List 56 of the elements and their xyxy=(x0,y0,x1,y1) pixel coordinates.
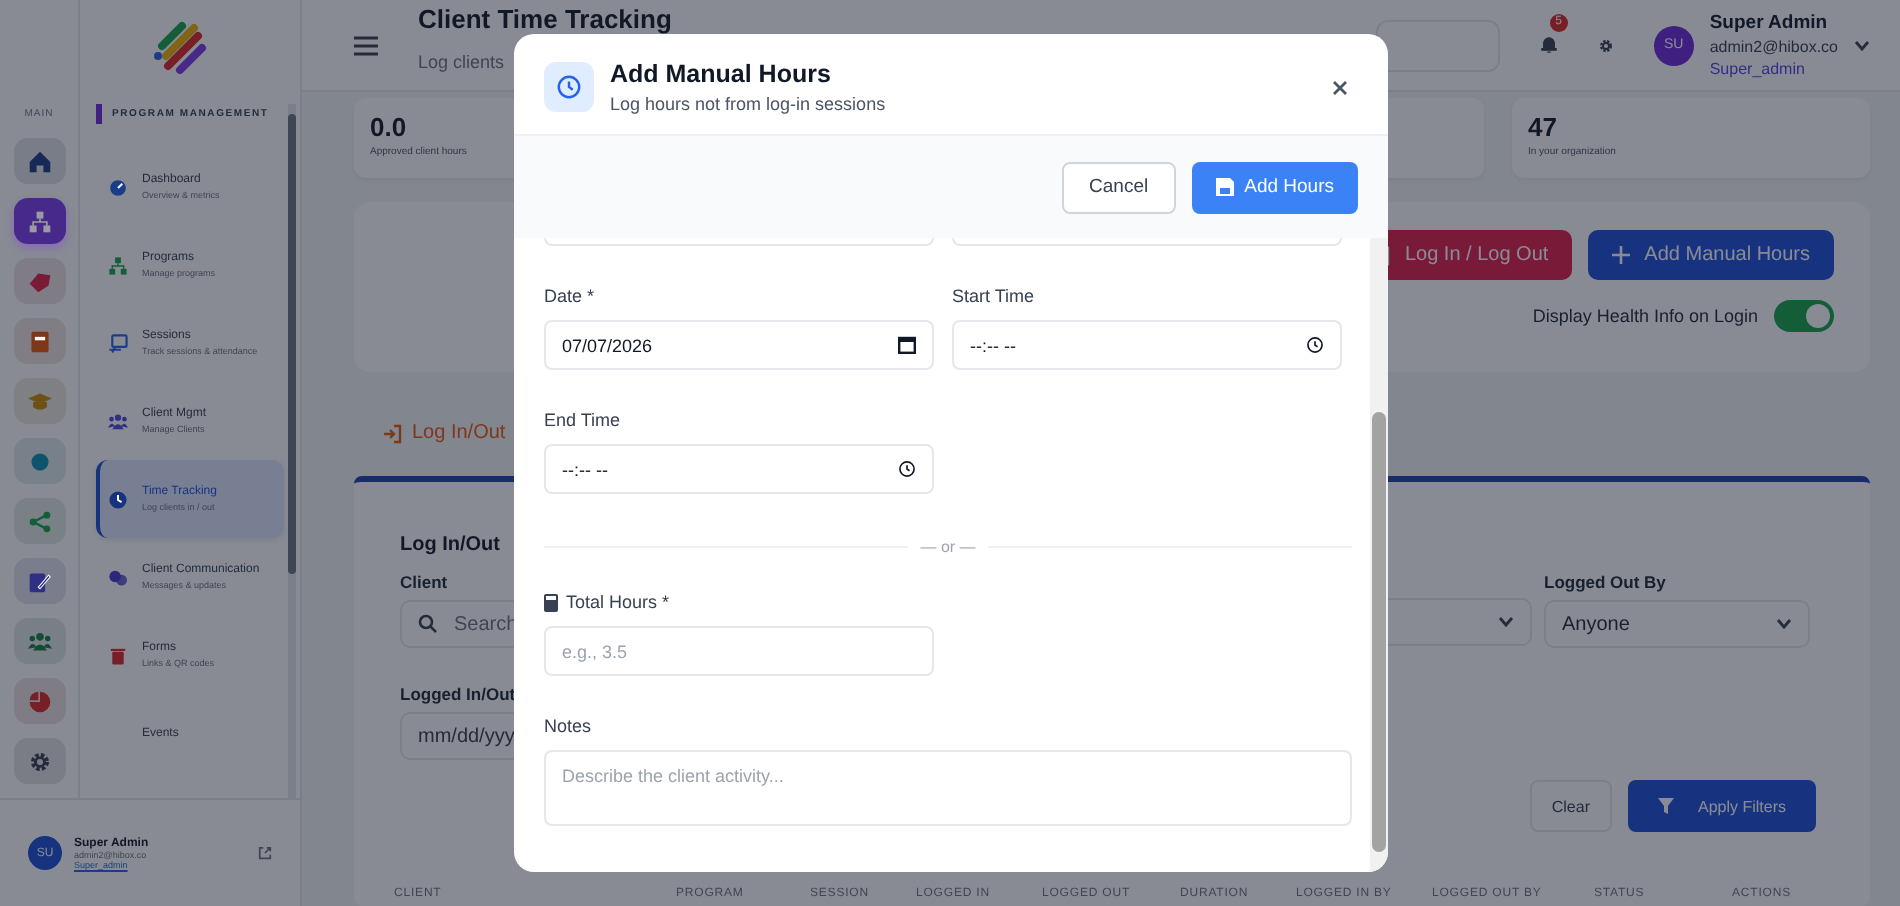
scrollbar[interactable] xyxy=(288,104,296,798)
field-label: Start Time xyxy=(952,286,1037,306)
page-subtitle: Log clients xyxy=(418,52,505,72)
stat-value: 47 xyxy=(1528,112,1559,142)
date-field[interactable]: 07/07/2026 xyxy=(544,320,934,370)
clock-icon xyxy=(898,460,916,478)
logo-icon xyxy=(150,18,210,78)
sitemap-icon xyxy=(27,209,51,233)
filter-icon xyxy=(1657,798,1674,814)
time-field[interactable]: --:-- -- xyxy=(544,444,934,494)
tab[interactable]: Log In/Out xyxy=(382,422,506,444)
apply-filters-button[interactable]: Apply Filters xyxy=(1627,780,1816,832)
field-label: Date * xyxy=(544,286,597,306)
chevron-down-icon xyxy=(1776,618,1792,630)
add-hours-button[interactable]: Add Manual Hours xyxy=(1588,230,1834,280)
bell-icon[interactable] xyxy=(1539,33,1558,53)
rail-button[interactable] xyxy=(13,198,65,244)
settings-icon[interactable] xyxy=(1597,37,1614,53)
field-label: End Time xyxy=(544,410,623,430)
input-field[interactable]: e.g., 3.5 xyxy=(544,626,934,676)
select-field[interactable]: Anyone xyxy=(1544,600,1810,648)
clear-button[interactable]: Clear xyxy=(1529,780,1612,832)
field-label: Total Hours * xyxy=(544,592,934,612)
toggle-label: Display Health Info on Login xyxy=(1532,306,1758,326)
calculator-icon xyxy=(544,593,558,611)
external-link-icon[interactable] xyxy=(258,846,272,860)
filter-title: Log In/Out xyxy=(400,534,500,556)
plus-icon xyxy=(1612,246,1631,264)
cancel-button[interactable]: Cancel xyxy=(1061,161,1177,213)
chevron-down-icon xyxy=(1854,39,1870,51)
field-label: Logged Out By xyxy=(1544,572,1666,592)
login-icon xyxy=(382,423,402,443)
clock-icon xyxy=(1306,336,1324,354)
field-label: Logged In/Out xyxy=(400,684,516,704)
calendar-icon xyxy=(898,336,916,354)
dialog-subtitle: Log hours not from log-in sessions xyxy=(610,93,886,113)
user-role-link[interactable]: Super_admin xyxy=(1709,60,1838,78)
search-icon xyxy=(418,614,438,634)
chevron-down-icon xyxy=(1498,616,1514,628)
dialog-title: Add Manual Hours xyxy=(610,59,833,87)
page-title: Client Time Tracking xyxy=(418,4,672,34)
clock-icon xyxy=(556,73,582,99)
time-field[interactable]: --:-- -- xyxy=(952,320,1342,370)
save-icon xyxy=(1216,178,1235,196)
field-label: Notes xyxy=(544,716,594,736)
add-hours-button[interactable]: Add Hours xyxy=(1192,161,1358,213)
close-icon xyxy=(1332,79,1348,95)
scrollbar[interactable] xyxy=(1370,238,1388,872)
text-area[interactable]: Describe the client activity... xyxy=(544,750,1352,826)
field-label: Client xyxy=(400,572,448,592)
divider-label: — or — xyxy=(920,538,976,556)
menu-icon[interactable] xyxy=(354,35,378,55)
user-email: admin2@hibox.co xyxy=(1709,38,1838,56)
user-name: Super Admin xyxy=(1709,12,1830,34)
stat-value: 0.0 xyxy=(370,112,409,142)
toggle-switch[interactable] xyxy=(1774,300,1834,332)
